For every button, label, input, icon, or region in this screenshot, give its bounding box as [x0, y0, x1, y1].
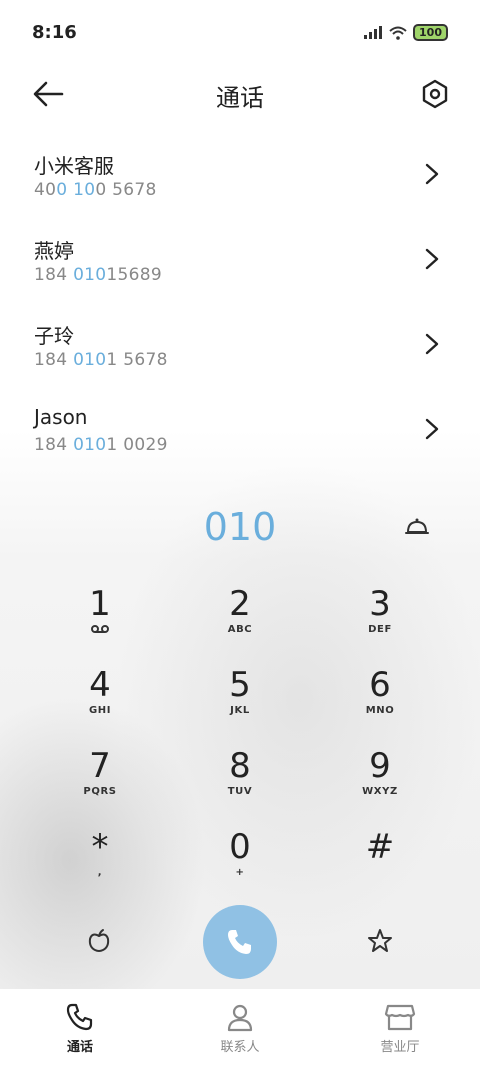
nav-label: 通话	[66, 1039, 93, 1055]
key-letters: ABC	[227, 624, 253, 635]
key-5[interactable]: 5 JKL	[170, 663, 310, 744]
nav-tab-calls[interactable]: 通话	[20, 1002, 140, 1055]
contact-name: 子玲	[34, 324, 74, 348]
key-digit: *	[91, 827, 109, 867]
star-icon[interactable]	[367, 928, 393, 954]
person-icon	[227, 1004, 253, 1031]
key-digit: 3	[369, 584, 391, 624]
key-6[interactable]: 6 MNO	[310, 663, 450, 744]
key-letters: TUV	[227, 786, 253, 797]
status-icons: 100	[363, 24, 448, 41]
chevron-right-icon[interactable]	[424, 417, 440, 441]
key-letters: +	[235, 867, 245, 878]
key-digit: 0	[229, 827, 251, 867]
page-title: 通话	[216, 84, 264, 112]
key-letters: JKL	[230, 705, 250, 716]
battery-indicator: 100	[413, 24, 448, 41]
key-letters: MNO	[365, 705, 395, 716]
key-0[interactable]: 0 +	[170, 825, 310, 906]
contact-name: 小米客服	[34, 154, 114, 178]
contact-row[interactable]: Jason 184 0101 0029	[0, 387, 480, 472]
key-digit: 6	[369, 665, 391, 705]
call-button[interactable]	[203, 905, 277, 979]
chevron-right-icon[interactable]	[424, 332, 440, 356]
key-hash[interactable]: #	[310, 825, 450, 906]
contact-name: Jason	[34, 405, 88, 429]
signal-icon	[364, 25, 383, 39]
store-icon	[384, 1004, 416, 1030]
wifi-icon	[389, 26, 407, 40]
key-1[interactable]: 1	[30, 582, 170, 663]
key-digit: 2	[229, 584, 251, 624]
key-digit: 1	[89, 584, 111, 624]
contact-number: 184 0101 5678	[34, 350, 168, 370]
contact-list: 小米客服 400 100 5678 燕婷 184 01015689 子玲 184…	[0, 132, 480, 472]
key-digit: 9	[369, 746, 391, 786]
chevron-right-icon[interactable]	[424, 247, 440, 271]
contact-number: 184 0101 0029	[34, 435, 168, 455]
voicemail-icon	[91, 625, 109, 633]
key-digit: 7	[89, 746, 111, 786]
contact-row[interactable]: 子玲 184 0101 5678	[0, 302, 480, 387]
status-time: 8:16	[32, 22, 77, 43]
contact-row[interactable]: 燕婷 184 01015689	[0, 217, 480, 302]
key-letters: ,	[97, 867, 103, 878]
contact-name: 燕婷	[34, 239, 74, 263]
key-2[interactable]: 2 ABC	[170, 582, 310, 663]
nav-tab-store[interactable]: 营业厅	[340, 1002, 460, 1055]
key-star[interactable]: * ,	[30, 825, 170, 906]
phone-icon	[66, 1003, 93, 1030]
key-7[interactable]: 7 PQRS	[30, 744, 170, 825]
key-3[interactable]: 3 DEF	[310, 582, 450, 663]
key-digit: #	[365, 827, 395, 867]
nav-label: 联系人	[220, 1039, 260, 1055]
chevron-right-icon[interactable]	[424, 162, 440, 186]
key-letters: DEF	[368, 624, 392, 635]
contact-row[interactable]: 小米客服 400 100 5678	[0, 132, 480, 217]
dial-keypad: 1 2 ABC 3 DEF 4 GHI 5 JKL 6 MNO 7 PQRS 8…	[30, 582, 450, 906]
key-9[interactable]: 9 WXYZ	[310, 744, 450, 825]
key-letters: GHI	[88, 705, 112, 716]
key-letters: PQRS	[83, 786, 117, 797]
backspace-icon[interactable]	[404, 516, 430, 538]
key-letters: WXYZ	[362, 786, 398, 797]
phone-icon	[228, 930, 251, 954]
key-digit: 8	[229, 746, 251, 786]
recent-apple-icon[interactable]	[86, 928, 112, 954]
key-4[interactable]: 4 GHI	[30, 663, 170, 744]
nav-tab-contacts[interactable]: 联系人	[180, 1002, 300, 1055]
key-digit: 5	[229, 665, 251, 705]
key-8[interactable]: 8 TUV	[170, 744, 310, 825]
contact-number: 400 100 5678	[34, 180, 157, 200]
bottom-navigation: 通话 联系人 营业厅	[0, 989, 480, 1067]
key-digit: 4	[89, 665, 111, 705]
settings-gear-icon[interactable]	[420, 78, 450, 110]
nav-label: 营业厅	[380, 1039, 420, 1055]
contact-number: 184 01015689	[34, 265, 163, 285]
